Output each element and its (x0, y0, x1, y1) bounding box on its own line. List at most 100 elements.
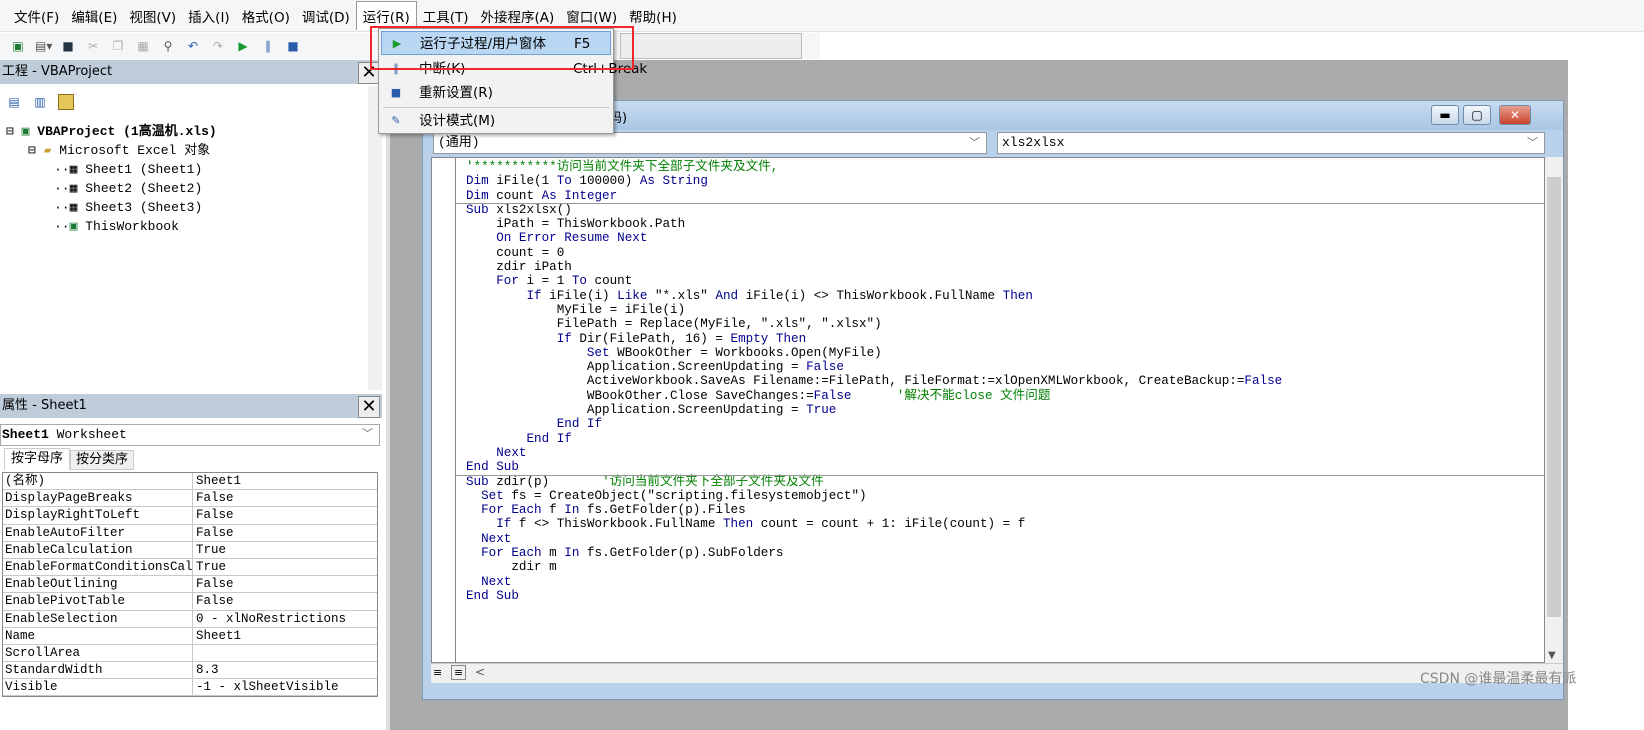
paste-icon[interactable]: ▦ (135, 38, 151, 54)
undo-icon[interactable]: ↶ (185, 38, 201, 54)
object-selector[interactable]: Sheet1 Worksheet ﹀ (0, 424, 380, 446)
property-row[interactable]: EnablePivotTable False (3, 593, 377, 611)
tree-item[interactable]: Sheet2 (Sheet2) (85, 181, 202, 196)
tree-item[interactable]: Microsoft Excel 对象 (59, 143, 210, 158)
procedure-combo-value: xls2xlsx (1002, 135, 1065, 150)
menu-separator (383, 107, 609, 108)
property-value[interactable]: 8.3 (193, 662, 219, 678)
code-text: i = 1 (518, 274, 572, 289)
full-module-view-icon[interactable]: ≡ (451, 665, 467, 680)
property-name: DisplayPageBreaks (3, 490, 193, 507)
code-line: End Sub (466, 460, 1282, 474)
view-object-icon[interactable]: ▥ (32, 94, 48, 110)
property-row[interactable]: EnableAutoFilter False (3, 524, 377, 542)
procedure-combo[interactable]: xls2xlsx ﹀ (997, 132, 1545, 154)
tree-item[interactable]: VBAProject (1高温机.xls) (37, 124, 216, 139)
workbook-icon: ▣ (69, 219, 78, 234)
cut-icon[interactable]: ✂ (85, 38, 101, 54)
property-value[interactable]: Sheet1 (193, 473, 241, 489)
minimize-button[interactable]: ▬ (1431, 105, 1459, 125)
menu-3[interactable]: 插入(I) (182, 2, 236, 30)
close-icon[interactable]: ✕ (1499, 105, 1531, 125)
object-combo[interactable]: (通用) ﹀ (433, 132, 987, 154)
keyword: Then (1002, 288, 1033, 303)
code-editor[interactable]: '***********访问当前文件夹下全部子文件夹及文件, Dim iFile(… (431, 157, 1545, 663)
property-value[interactable]: False (193, 593, 234, 609)
keyword: In (564, 503, 580, 518)
property-value[interactable]: -1 - xlSheetVisible (193, 679, 339, 695)
procedure-view-icon[interactable]: ≡ (433, 666, 442, 679)
code-text: fs.GetFolder(p).Files (579, 503, 746, 518)
close-properties-button[interactable]: ✕ (358, 396, 380, 418)
reset-icon[interactable]: ■ (285, 38, 301, 54)
property-value[interactable] (193, 645, 196, 661)
tab-categorized[interactable]: 按分类序 (70, 450, 134, 470)
menu-5[interactable]: 调试(D) (296, 2, 356, 30)
property-row[interactable]: EnableFormatConditionsCalculationTrue (3, 558, 377, 577)
scroll-down-icon[interactable]: ▼ (1548, 650, 1556, 661)
property-name: Name (3, 627, 193, 644)
find-icon[interactable]: ⚲ (160, 38, 176, 54)
property-value[interactable]: False (193, 525, 234, 541)
property-value[interactable]: False (193, 490, 234, 506)
object-combo-value: (通用) (438, 135, 480, 150)
scrollbar-thumb[interactable] (1547, 177, 1561, 617)
stop-icon: ■ (390, 86, 402, 99)
toggle-folders-icon[interactable] (58, 94, 74, 110)
menu-item-3[interactable]: ✎ 设计模式(M) (381, 109, 611, 133)
run-icon[interactable]: ▶ (235, 38, 251, 54)
collapse-icon[interactable]: ⊟ (6, 124, 14, 139)
property-value[interactable]: True (193, 542, 226, 558)
property-value[interactable]: False (193, 576, 234, 592)
margin-indicator-bar (432, 158, 456, 662)
vertical-scrollbar[interactable]: ▼ (1545, 157, 1563, 663)
property-value[interactable]: Sheet1 (193, 628, 241, 644)
property-row[interactable]: ScrollArea (3, 644, 377, 663)
property-row[interactable]: (名称) Sheet1 (3, 473, 377, 491)
excel-icon[interactable]: ▣ (10, 38, 26, 54)
code-text: fs.GetFolder(p).SubFolders (579, 546, 784, 561)
redo-icon[interactable]: ↷ (210, 38, 226, 54)
property-name: EnableFormatConditionsCalculation (5, 558, 193, 576)
maximize-button[interactable]: ▢ (1463, 105, 1491, 125)
menu-4[interactable]: 格式(O) (236, 2, 296, 30)
code-text: zdir iPath (466, 260, 572, 275)
code-line: Set WBookOther = Workbooks.Open(MyFile) (466, 346, 1282, 360)
tab-alphabetic[interactable]: 按字母序 (4, 448, 70, 470)
property-row[interactable]: EnableCalculation True (3, 541, 377, 559)
property-value[interactable]: False (193, 507, 234, 523)
property-value[interactable]: 0 - xlNoRestrictions (193, 611, 346, 627)
menu-0[interactable]: 文件(F) (8, 2, 65, 30)
property-row[interactable]: EnableSelection 0 - xlNoRestrictions (3, 610, 377, 628)
tree-item[interactable]: Sheet1 (Sheet1) (85, 162, 202, 177)
property-row[interactable]: DisplayRightToLeft False (3, 507, 377, 525)
property-row[interactable]: EnableOutlining False (3, 576, 377, 594)
copy-icon[interactable]: ❐ (110, 38, 126, 54)
scroll-left-icon[interactable]: < (475, 665, 485, 679)
property-row[interactable]: StandardWidth 8.3 (3, 662, 377, 680)
chevron-down-icon: ﹀ (362, 429, 373, 441)
tree-item[interactable]: Sheet3 (Sheet3) (85, 200, 202, 215)
code-text: 100000) (571, 174, 640, 189)
code-lines: '***********访问当前文件夹下全部子文件夹及文件, Dim iFile(… (466, 160, 1282, 603)
menu-item-2[interactable]: ■ 重新设置(R) (381, 81, 611, 105)
collapse-icon[interactable]: ⊟ (28, 143, 36, 158)
project-explorer: 工程 - VBAProject ✕ ▤ ▥ ⊟ ▣ VBAProject (1高… (0, 60, 382, 390)
property-row[interactable]: DisplayPageBreaks False (3, 490, 377, 508)
insert-userform-icon[interactable]: ▤▾ (35, 38, 52, 54)
tree-item[interactable]: ThisWorkbook (85, 219, 179, 234)
view-code-icon[interactable]: ▤ (6, 94, 22, 110)
chevron-down-icon: ﹀ (969, 136, 980, 149)
property-value[interactable]: True (193, 559, 226, 575)
keyword: To (571, 274, 587, 289)
property-name: EnableCalculation (3, 541, 193, 558)
save-icon[interactable]: ■ (60, 38, 76, 54)
menu-1[interactable]: 编辑(E) (65, 2, 123, 30)
keyword: Next (481, 531, 512, 546)
procedure-separator (456, 475, 1544, 476)
property-row[interactable]: Name Sheet1 (3, 627, 377, 645)
break-icon[interactable]: ∥ (260, 38, 276, 54)
menu-2[interactable]: 视图(V) (123, 2, 182, 30)
property-row[interactable]: Visible -1 - xlSheetVisible (3, 679, 377, 697)
